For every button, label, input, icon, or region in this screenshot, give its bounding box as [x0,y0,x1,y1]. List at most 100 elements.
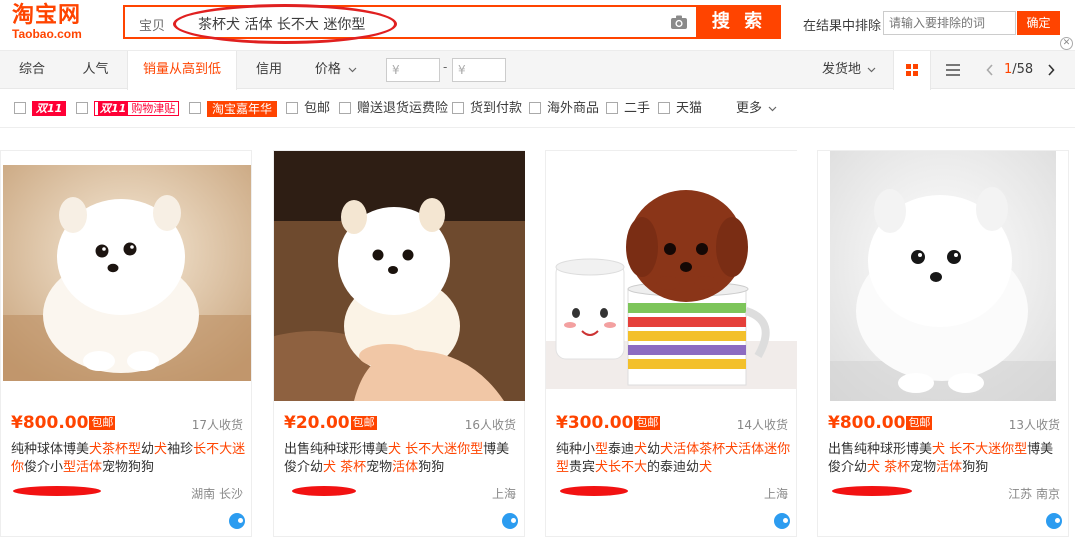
product-image-white-pomeranian[interactable] [3,165,251,381]
filter-free-shipping[interactable]: 包邮 [286,101,330,117]
chevron-right-icon[interactable] [1047,63,1055,76]
price-value: ¥20.00 [284,413,350,433]
chevron-down-icon [348,67,357,72]
chevron-left-icon[interactable] [986,63,994,76]
ship-from-dropdown[interactable]: 发货地 [822,51,876,89]
sold-count: 16人收货 [464,418,516,432]
chevron-down-icon [768,106,777,111]
subsidy-badge: 双11 购物津贴 [94,101,180,116]
filter-label: 赠送退货运费险 [357,101,449,116]
title-keyword-highlight: 型活体 [63,460,103,475]
filter-label: 货到付款 [470,101,523,116]
product-title[interactable]: 出售纯种球形博美犬 长不大迷你型博美俊介幼犬 茶杯宠物活体狗狗 [284,441,520,477]
red-annotation-circle [173,4,397,44]
product-price: ¥20.00 包邮 [284,413,377,433]
free-shipping-badge: 包邮 [906,416,933,430]
filter-return-insurance[interactable]: 赠送退货运费险 [339,101,448,117]
search-button[interactable]: 搜 索 [697,5,781,39]
checkbox[interactable] [529,101,541,114]
title-text: 幼 [141,442,155,457]
grid-view-button[interactable] [893,51,931,90]
camera-icon[interactable] [670,14,688,30]
free-shipping-badge: 包邮 [634,416,661,430]
shop-location: 江苏 南京 [1008,487,1060,501]
product-image-fluffy-pomeranian[interactable] [830,151,1056,401]
subsidy-badge-d11: 双11 [98,102,129,115]
price-min-input[interactable]: ¥ [386,58,440,82]
filter-label: 包邮 [304,101,331,116]
sort-tab-sales[interactable]: 销量从高到低 [127,51,237,90]
title-keyword-highlight: 活体 [936,460,963,475]
wangwang-chat-icon[interactable] [229,513,245,529]
product-title[interactable]: 出售纯种球形博美犬 长不大迷你型博美俊介幼犬 茶杯宠物活体狗狗 [828,441,1064,477]
filter-label: 二手 [624,101,651,116]
checkbox[interactable] [76,101,88,114]
title-text: 袖珍 [167,442,194,457]
filter-overseas[interactable]: 海外商品 [529,101,599,117]
product-card[interactable]: ¥20.00 包邮 16人收货 出售纯种球形博美犬 长不大迷你型博美俊介幼犬 茶杯… [273,150,525,537]
product-card[interactable]: ¥800.00 包邮 13人收货 出售纯种球形博美犬 长不大迷你型博美俊介幼犬 茶… [817,150,1069,537]
filter-cod[interactable]: 货到付款 [452,101,522,117]
ship-from-label: 发货地 [822,62,862,77]
filter-double11[interactable]: 双11 [14,101,67,117]
free-shipping-badge: 包邮 [350,416,377,430]
checkbox[interactable] [14,101,26,114]
checkbox[interactable] [606,101,618,114]
product-title[interactable]: 纯种小型泰迪犬幼犬活体茶杯犬活体迷你型贵宾犬长不大的泰迪幼犬 [556,441,792,477]
sort-tab-price[interactable]: 价格 [301,51,371,89]
title-keyword-highlight: 犬 [154,442,168,457]
close-icon[interactable]: ✕ [1060,37,1073,50]
shop-location: 上海 [763,487,788,501]
page-total: /58 [1012,62,1034,77]
title-keyword-highlight: 犬 长不大迷你型 [932,442,1028,457]
filter-double11-subsidy[interactable]: 双11 购物津贴 [76,101,180,117]
confirm-button[interactable]: 确定 [1017,11,1060,35]
header: 淘宝网 Taobao.com 宝贝 茶杯犬 活体 长不大 迷你型 搜 索 在结果… [0,0,1075,50]
product-title[interactable]: 纯种球体博美犬茶杯型幼犬袖珍长不大迷你俊介小型活体宠物狗狗 [11,441,247,477]
filter-more[interactable]: 更多 [736,101,777,117]
sold-count: 13人收货 [1008,418,1060,432]
sort-tab-popularity[interactable]: 人气 [64,51,127,89]
free-shipping-badge: 包邮 [89,416,116,430]
title-text: 的泰迪幼 [647,460,700,475]
pager: 1/58 [986,51,1066,89]
price-value: ¥300.00 [556,413,634,433]
checkbox[interactable] [189,102,201,114]
title-keyword-highlight: 型 [595,442,609,457]
title-keyword-highlight: 犬 [699,460,713,475]
title-keyword-highlight: 犬茶杯型 [89,442,142,457]
wangwang-chat-icon[interactable] [1046,513,1062,529]
redacted-shop-name [292,486,356,496]
filter-row: 双11 双11 购物津贴 淘宝嘉年华 包邮 赠送退货运费险 货到付款 海外商品 二… [0,90,1075,128]
checkbox[interactable] [658,101,670,114]
product-image-pomeranian-in-hand[interactable] [274,151,525,401]
wangwang-chat-icon[interactable] [774,513,790,529]
sort-tab-default[interactable]: 综合 [0,51,64,89]
product-card[interactable]: ¥300.00 包邮 14人收货 纯种小型泰迪犬幼犬活体茶杯犬活体迷你型贵宾犬长不… [545,150,797,537]
exclude-input[interactable] [883,11,1016,35]
title-keyword-highlight: 犬 长不大迷你型 [388,442,484,457]
taobao-logo[interactable]: 淘宝网 Taobao.com [12,4,108,42]
filter-tmall[interactable]: 天猫 [658,101,702,117]
wangwang-chat-icon[interactable] [502,513,518,529]
search-scope-tab[interactable]: 宝贝 [139,15,165,34]
price-max-input[interactable]: ¥ [452,58,506,82]
title-text: 狗狗 [962,460,989,475]
filter-carnival[interactable]: 淘宝嘉年华 [189,101,278,117]
product-card[interactable]: ¥800.00 包邮 17人收货 纯种球体博美犬茶杯型幼犬袖珍长不大迷你俊介小型活… [0,150,252,537]
product-price: ¥800.00 包邮 [11,413,116,433]
checkbox[interactable] [339,101,351,114]
sort-tab-credit[interactable]: 信用 [237,51,301,89]
title-text: 纯种球体博美 [11,442,90,457]
list-view-button[interactable] [935,51,971,89]
filter-label: 海外商品 [547,101,600,116]
product-image-poodle-in-cup[interactable] [546,151,797,389]
filter-more-label: 更多 [736,101,763,116]
grid-icon [906,64,918,76]
checkbox[interactable] [286,101,298,114]
title-text: 出售纯种球形博美 [284,442,389,457]
filter-secondhand[interactable]: 二手 [606,101,650,117]
checkbox[interactable] [452,101,464,114]
exclude-label: 在结果中排除 [803,19,882,34]
redacted-shop-name [832,486,912,496]
